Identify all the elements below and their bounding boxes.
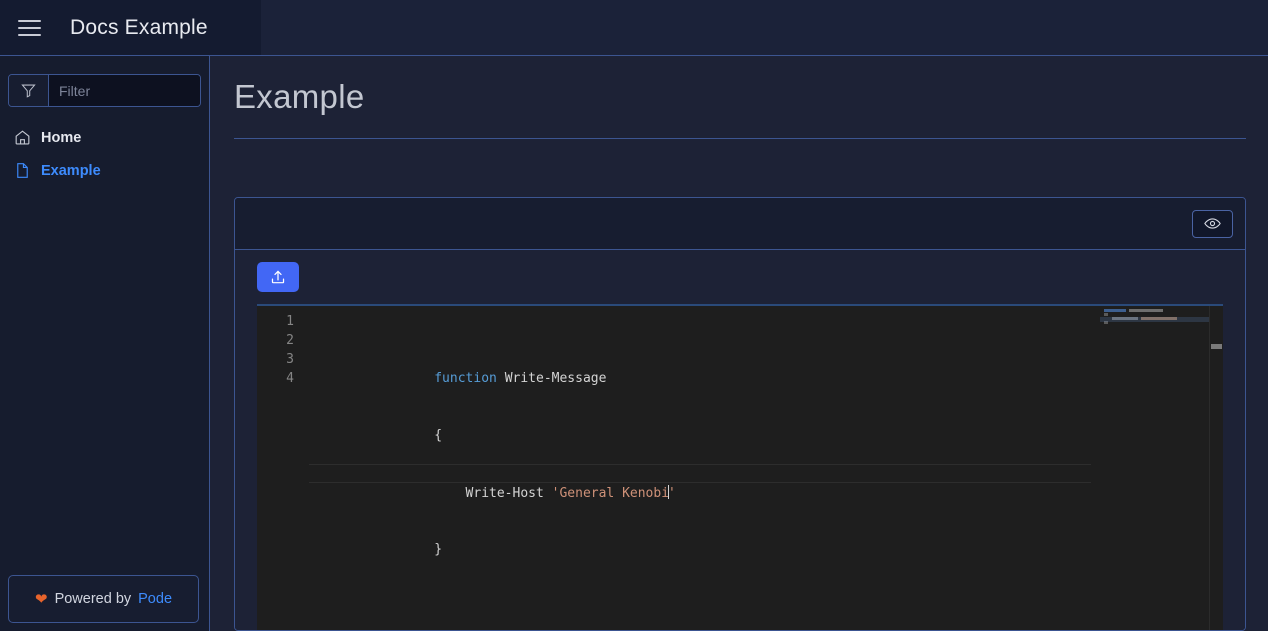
sidebar: Home Example ❤ Powered by Pode <box>0 56 210 631</box>
heart-icon: ❤ <box>34 590 48 608</box>
code-token: { <box>434 428 443 443</box>
powered-by-text: Powered by <box>54 591 132 607</box>
main-content: Example 1 2 3 4 function Write-Message {… <box>210 56 1268 631</box>
code-line-active: Write-Host 'General Kenobi' <box>309 464 1091 501</box>
topbar-spacer <box>261 0 1268 55</box>
sidebar-item-example[interactable]: Example <box>0 154 209 187</box>
app-title: Docs Example <box>70 15 208 39</box>
code-editor[interactable]: 1 2 3 4 function Write-Message {Write-H… <box>257 304 1223 630</box>
funnel-icon[interactable] <box>9 75 49 106</box>
code-token: Write-Message <box>504 371 607 386</box>
home-icon <box>14 129 31 146</box>
line-number: 4 <box>286 371 294 386</box>
code-token: Write-Host <box>434 486 552 501</box>
code-token: 'General Kenobi <box>551 486 670 501</box>
app-root: Docs Example Filter Home Example ❤ Power… <box>0 0 1268 631</box>
top-navbar: Docs Example <box>0 0 1268 56</box>
code-line: function Write-Message <box>309 350 1223 386</box>
code-editor-card: 1 2 3 4 function Write-Message {Write-H… <box>234 197 1246 631</box>
code-line: { <box>309 407 1223 443</box>
minimap-line <box>1104 313 1210 316</box>
code-token: function <box>434 371 497 386</box>
line-number: 2 <box>286 333 294 348</box>
upload-button[interactable] <box>257 262 299 292</box>
card-body: 1 2 3 4 function Write-Message {Write-H… <box>235 250 1245 630</box>
code-token: } <box>434 542 443 557</box>
body-wrapper: Home Example ❤ Powered by Pode <box>0 56 1268 631</box>
eye-icon[interactable] <box>1192 209 1233 238</box>
line-number-gutter: 1 2 3 4 <box>257 306 309 630</box>
scrollbar-thumb[interactable] <box>1211 344 1222 349</box>
line-number: 3 <box>286 352 294 367</box>
sidebar-filter <box>8 74 201 107</box>
line-number: 1 <box>286 314 294 329</box>
sidebar-nav: Home Example <box>0 121 209 187</box>
code-token: ' <box>668 486 676 501</box>
sidebar-item-label: Home <box>41 129 82 146</box>
pode-link[interactable]: Pode <box>138 591 172 607</box>
powered-by-footer[interactable]: ❤ Powered by Pode <box>8 575 199 623</box>
page-title: Example <box>234 78 365 115</box>
card-header <box>235 198 1245 250</box>
minimap-highlight <box>1100 317 1210 322</box>
file-icon <box>14 162 31 179</box>
brand-zone: Docs Example <box>0 0 261 55</box>
editor-minimap[interactable] <box>1100 306 1210 630</box>
hamburger-icon[interactable] <box>10 9 48 47</box>
minimap-line <box>1104 309 1210 312</box>
editor-vertical-scrollbar[interactable] <box>1210 306 1223 630</box>
sidebar-item-label: Example <box>41 162 101 179</box>
title-divider <box>234 138 1246 139</box>
search-input[interactable] <box>49 75 200 106</box>
sidebar-item-home[interactable]: Home <box>0 121 209 154</box>
code-line: } <box>309 521 1223 557</box>
code-text-area[interactable]: function Write-Message { Write-Host 'Gen… <box>309 306 1223 630</box>
